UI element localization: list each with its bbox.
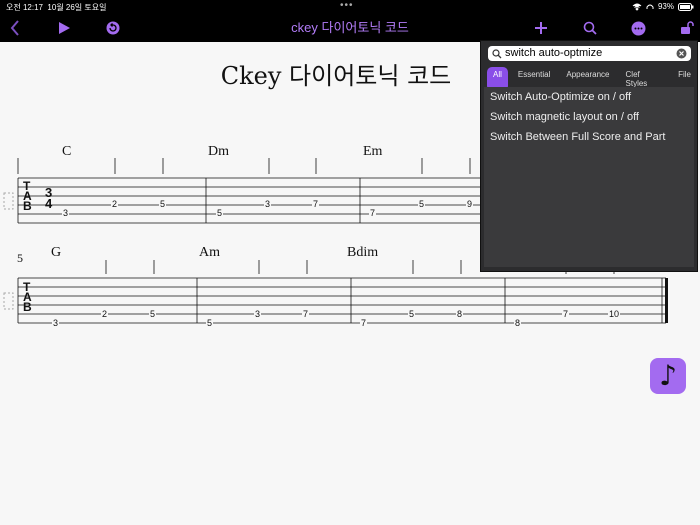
result-item[interactable]: Switch Between Full Score and Part xyxy=(484,127,694,147)
chevron-left-icon xyxy=(10,20,19,36)
fret-number[interactable]: 10 xyxy=(608,310,621,319)
fret-number[interactable]: 5 xyxy=(149,310,157,319)
tab-clef: TAB xyxy=(23,280,32,314)
fret-number[interactable]: 3 xyxy=(62,209,70,218)
chord-symbol[interactable]: Dm xyxy=(208,144,229,160)
fret-number[interactable]: 3 xyxy=(254,310,262,319)
fret-number[interactable]: 7 xyxy=(360,319,368,328)
chord-symbol[interactable]: C xyxy=(62,144,71,160)
result-item[interactable]: Switch magnetic layout on / off xyxy=(484,107,694,127)
fret-number[interactable]: 8 xyxy=(456,310,464,319)
search-input[interactable]: switch auto-optmize xyxy=(505,47,602,59)
play-icon xyxy=(59,22,70,34)
status-time: 오전 12:17 10월 26일 토요일 xyxy=(6,3,107,12)
wifi-icon xyxy=(632,3,642,11)
fret-number[interactable]: 2 xyxy=(101,310,109,319)
chord-symbol[interactable]: Em xyxy=(363,144,382,160)
search-results: Switch Auto-Optimize on / off Switch mag… xyxy=(484,87,694,267)
more-button[interactable] xyxy=(629,14,647,42)
fret-number[interactable]: 5 xyxy=(159,200,167,209)
ellipsis-icon xyxy=(631,21,645,35)
document-title-toolbar[interactable]: ckey 다이어토닉 코드 xyxy=(230,14,470,42)
fret-number[interactable]: 7 xyxy=(562,310,570,319)
result-item[interactable]: Switch Auto-Optimize on / off xyxy=(484,87,694,107)
chord-symbol[interactable]: Am xyxy=(199,245,220,261)
undo-icon xyxy=(106,21,120,35)
fret-number[interactable]: 5 xyxy=(418,200,426,209)
time-signature: 34 xyxy=(45,185,53,211)
command-search-popover: switch auto-optmize All Essential Appear… xyxy=(480,40,698,272)
tab-clef: TAB xyxy=(23,179,32,213)
clear-icon[interactable] xyxy=(676,48,687,59)
chord-symbol[interactable]: Bdim xyxy=(347,245,378,261)
undo-button[interactable] xyxy=(104,14,122,42)
battery-percent: 93% xyxy=(657,2,674,11)
fret-number[interactable]: 5 xyxy=(408,310,416,319)
plus-icon xyxy=(535,22,547,34)
back-button[interactable] xyxy=(6,14,24,42)
note-input-button[interactable]: ♪ xyxy=(650,358,686,394)
fret-number[interactable]: 8 xyxy=(514,319,522,328)
search-icon xyxy=(583,21,597,35)
fret-number[interactable]: 5 xyxy=(216,209,224,218)
fret-number[interactable]: 7 xyxy=(302,310,310,319)
status-bar: 오전 12:17 10월 26일 토요일 ••• 93% xyxy=(0,0,700,14)
unlock-icon xyxy=(681,21,694,34)
headphones-icon xyxy=(646,4,654,9)
search-field[interactable]: switch auto-optmize xyxy=(488,46,691,61)
status-right: 93% xyxy=(632,2,694,11)
multitask-dots[interactable]: ••• xyxy=(340,0,354,11)
play-button[interactable] xyxy=(54,14,74,42)
fret-number[interactable]: 7 xyxy=(369,209,377,218)
fret-number[interactable]: 3 xyxy=(52,319,60,328)
battery-icon xyxy=(678,2,694,11)
search-button[interactable] xyxy=(581,14,599,42)
fret-number[interactable]: 9 xyxy=(466,200,474,209)
fret-number[interactable]: 5 xyxy=(206,319,214,328)
lock-button[interactable] xyxy=(678,14,696,42)
fret-number[interactable]: 3 xyxy=(264,200,272,209)
add-button[interactable] xyxy=(532,14,550,42)
search-icon xyxy=(492,49,502,59)
fret-number[interactable]: 2 xyxy=(111,200,119,209)
fret-number[interactable]: 7 xyxy=(312,200,320,209)
chord-symbol[interactable]: G xyxy=(51,245,61,261)
